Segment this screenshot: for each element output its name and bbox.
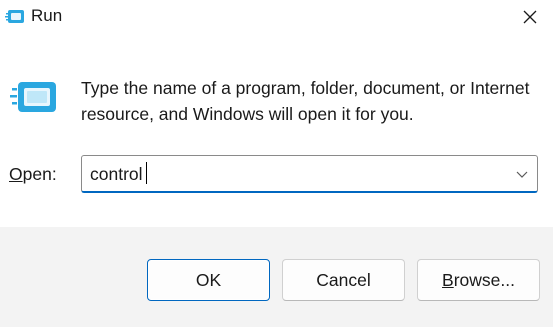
open-label-text: pen: — [22, 164, 57, 184]
open-label: Open: — [9, 164, 57, 185]
ok-button[interactable]: OK — [147, 259, 270, 301]
window-title: Run — [31, 6, 63, 25]
ok-button-label: OK — [195, 269, 222, 290]
text-caret — [146, 162, 147, 184]
browse-button-mnemonic: B — [442, 269, 454, 290]
chevron-down-icon[interactable] — [515, 167, 529, 181]
title-bar: Run — [0, 0, 553, 40]
browse-button[interactable]: Browse... — [417, 259, 540, 301]
close-button[interactable] — [507, 0, 553, 34]
open-combobox[interactable] — [81, 155, 538, 193]
instruction-text: Type the name of a program, folder, docu… — [81, 78, 530, 124]
open-label-mnemonic: O — [9, 164, 23, 184]
cancel-button[interactable]: Cancel — [282, 259, 405, 301]
run-icon — [5, 10, 24, 23]
open-input[interactable] — [90, 162, 500, 186]
browse-button-label: rowse... — [453, 269, 515, 290]
cancel-button-label: Cancel — [316, 269, 371, 290]
run-icon — [10, 82, 56, 112]
close-icon — [523, 10, 537, 24]
